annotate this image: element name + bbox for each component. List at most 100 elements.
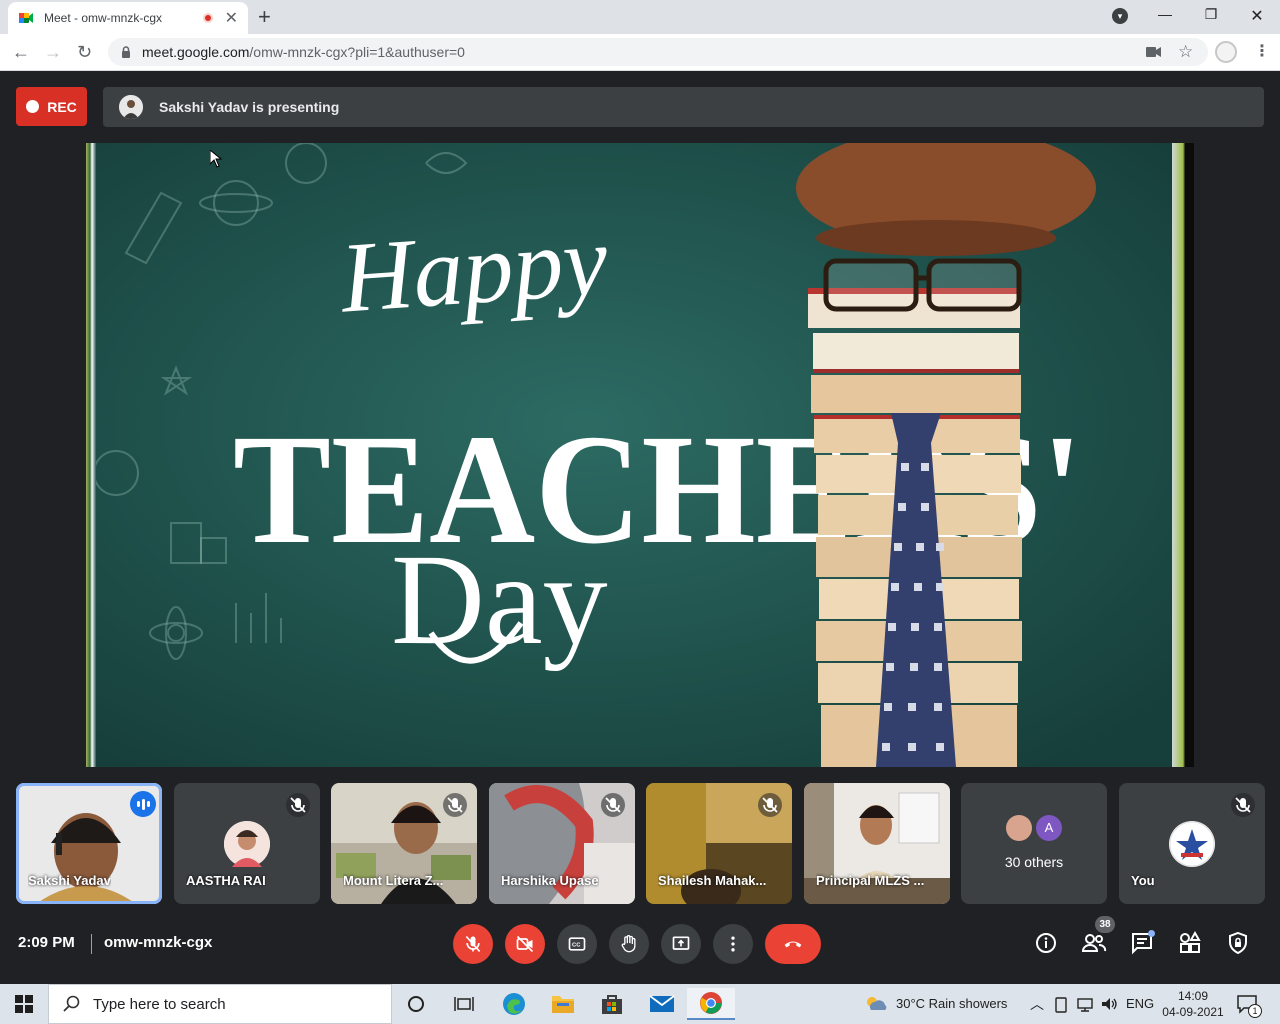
participant-tile-shailesh-mahak[interactable]: Shailesh Mahak... [646, 783, 792, 904]
presenter-banner: Sakshi Yadav is presenting [103, 87, 1264, 127]
tab-search-icon[interactable]: ▾ [1112, 8, 1128, 24]
windows-start-button[interactable] [0, 984, 48, 1024]
action-center-button[interactable]: 1 [1236, 994, 1262, 1018]
speaking-indicator-icon [130, 791, 156, 817]
store-bag-icon [602, 995, 622, 1014]
reload-icon[interactable]: ↻ [77, 42, 92, 63]
participant-tile-mount-litera[interactable]: Mount Litera Z... [331, 783, 477, 904]
meeting-code: omw-mnzk-cgx [104, 934, 213, 951]
windows-logo-icon [15, 995, 33, 1013]
participant-tile-sakshi-yadav[interactable]: Sakshi Yadav [16, 783, 162, 904]
mail-taskbar-button[interactable] [638, 988, 686, 1020]
clock-date: 04-09-2021 [1162, 1005, 1224, 1019]
edge-browser-taskbar-button[interactable] [490, 988, 538, 1020]
people-icon [1081, 934, 1107, 952]
present-screen-button[interactable] [661, 924, 701, 964]
task-view-button[interactable] [440, 988, 488, 1020]
hand-icon [621, 935, 636, 953]
participant-tile-principal-mlzs[interactable]: Principal MLZS ... [804, 783, 950, 904]
mic-muted-icon [443, 793, 467, 817]
shield-lock-icon [1229, 931, 1247, 955]
camera-off-icon [516, 935, 534, 953]
back-arrow-icon[interactable]: ← [12, 42, 30, 63]
url-domain: meet.google.com [142, 44, 250, 60]
present-screen-icon [672, 936, 690, 950]
file-explorer-taskbar-button[interactable] [539, 988, 587, 1020]
others-avatars: A [1006, 815, 1062, 841]
minimize-button[interactable]: — [1150, 6, 1180, 22]
forward-arrow-icon[interactable]: → [44, 42, 62, 63]
participant-tile-you[interactable]: You [1119, 783, 1265, 904]
more-options-button[interactable] [713, 924, 753, 964]
people-count-badge: 38 [1095, 916, 1115, 933]
bookmark-star-icon[interactable]: ☆ [1178, 42, 1193, 62]
captions-button[interactable]: CC [557, 924, 597, 964]
close-window-button[interactable]: ✕ [1242, 6, 1272, 26]
cortana-circle-icon [408, 996, 424, 1012]
search-icon [63, 995, 80, 1012]
mic-off-icon [465, 935, 481, 953]
volume-icon[interactable] [1100, 996, 1118, 1012]
participant-tile-aastha-rai[interactable]: AASTHA RAI [174, 783, 320, 904]
chrome-taskbar-button[interactable] [687, 988, 735, 1020]
device-icon[interactable] [1054, 997, 1068, 1013]
participant-name: AASTHA RAI [186, 873, 266, 888]
weather-text[interactable]: 30°C Rain showers [896, 996, 1007, 1011]
hang-up-icon [784, 941, 802, 948]
meeting-time: 2:09 PM [18, 934, 75, 951]
recording-indicator-icon [202, 13, 213, 23]
show-hidden-icons-chevron-icon[interactable]: ︿ [1030, 994, 1044, 1014]
info-icon [1036, 933, 1056, 953]
participant-name: You [1131, 873, 1155, 888]
system-clock[interactable]: 14:09 04-09-2021 [1160, 988, 1226, 1020]
participant-avatar [224, 821, 270, 867]
participant-avatar-letter: A [1036, 815, 1062, 841]
new-tab-button[interactable]: + [258, 4, 271, 30]
lock-icon [122, 46, 130, 58]
address-toolbar: ← → ↻ meet.google.com/omw-mnzk-cgx?pli=1… [0, 34, 1280, 71]
url-path: /omw-mnzk-cgx?pli=1&authuser=0 [249, 44, 465, 60]
meeting-details-button[interactable] [1033, 930, 1059, 956]
taskbar-search-box[interactable]: Type here to search [48, 984, 392, 1024]
svg-text:Happy: Happy [335, 204, 611, 334]
raise-hand-button[interactable] [609, 924, 649, 964]
mic-toggle-button[interactable] [453, 924, 493, 964]
more-vert-icon [731, 936, 735, 952]
mic-muted-icon [1231, 793, 1255, 817]
teachers-day-presentation-image: Happy TEACHERS' Day [86, 143, 1194, 767]
school-logo-avatar [1169, 821, 1215, 867]
search-placeholder: Type here to search [93, 995, 226, 1013]
participant-avatar [1006, 815, 1032, 841]
activities-button[interactable] [1177, 930, 1203, 956]
presenter-text: Sakshi Yadav is presenting [159, 99, 340, 115]
notification-count-badge: 1 [1248, 1004, 1262, 1018]
chrome-menu-icon[interactable]: ⋮ [1254, 41, 1270, 61]
others-count-label: 30 others [1004, 854, 1064, 870]
chrome-icon [700, 992, 722, 1014]
address-bar[interactable]: meet.google.com/omw-mnzk-cgx?pli=1&authu… [108, 38, 1208, 66]
participant-name: Principal MLZS ... [816, 873, 925, 888]
rec-label: REC [47, 98, 77, 115]
participant-tile-others[interactable]: A 30 others [961, 783, 1107, 904]
restore-button[interactable]: ❐ [1196, 6, 1226, 23]
mic-muted-icon [758, 793, 782, 817]
camera-in-use-icon[interactable] [1146, 46, 1162, 58]
microsoft-store-taskbar-button[interactable] [588, 988, 636, 1020]
recording-button[interactable]: REC [16, 87, 87, 126]
browser-tab-meet[interactable]: Meet - omw-mnzk-cgx ✕ [8, 2, 248, 34]
leave-call-button[interactable] [765, 924, 821, 964]
people-button[interactable] [1081, 930, 1107, 956]
input-language[interactable]: ENG [1126, 996, 1154, 1011]
camera-toggle-button[interactable] [505, 924, 545, 964]
tab-title: Meet - omw-mnzk-cgx [44, 11, 163, 25]
host-controls-button[interactable] [1225, 930, 1251, 956]
weather-rain-cloud-icon[interactable] [864, 994, 888, 1014]
participant-tile-harshika-upase[interactable]: Harshika Upase [489, 783, 635, 904]
participant-name: Harshika Upase [501, 873, 599, 888]
network-icon[interactable] [1076, 997, 1094, 1013]
close-tab-icon[interactable]: ✕ [225, 8, 238, 28]
cortana-button[interactable] [392, 988, 440, 1020]
record-dot-icon [26, 100, 40, 113]
participant-name: Mount Litera Z... [343, 873, 444, 888]
profile-avatar[interactable] [1215, 41, 1237, 63]
